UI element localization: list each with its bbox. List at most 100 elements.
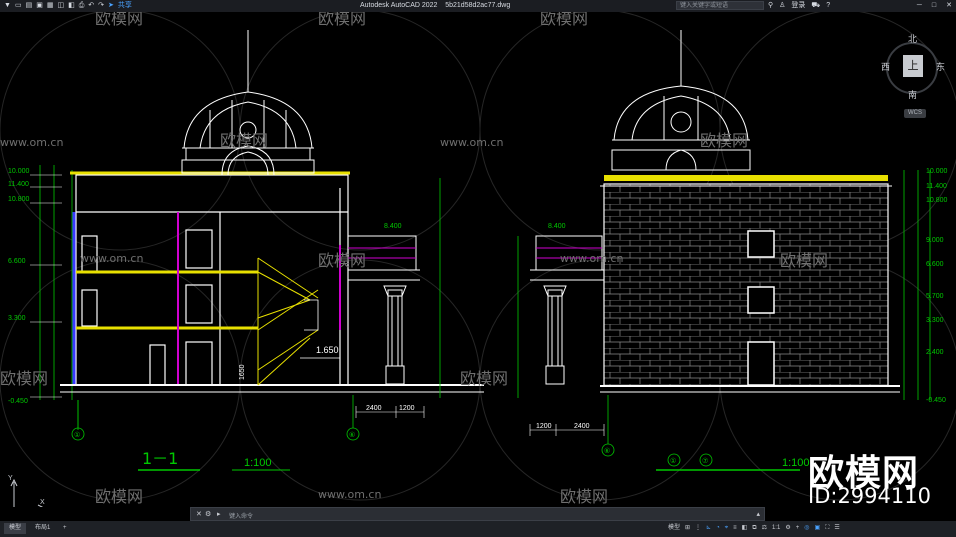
command-placeholder: 键入命令 (229, 514, 254, 520)
wm-brand-11: 欧模网 (560, 487, 608, 506)
axis-left: ① (74, 431, 80, 439)
dim-1200-left: 1200 (399, 405, 415, 412)
status-tools: 模型 ⊞ ⋮ ⊾ ◔ ⌖ ≡ ◧ ⧉ ⚖ 1:1 ⚙ + ◎ ▣ ⛶ ☰ (668, 523, 840, 534)
drawing-canvas[interactable]: 10.000 11.400 10.800 6.600 3.300 -0.450 (0, 12, 956, 507)
elev-right-6: 5.700 (926, 293, 944, 300)
dim-2400-left: 2400 (366, 405, 382, 412)
elev-left-5: 3.300 (8, 315, 26, 322)
window-controls: ─ □ ✕ (917, 1, 952, 11)
osnap-icon[interactable]: ⌖ (725, 523, 728, 534)
open-file-icon[interactable]: ▤ (26, 1, 33, 11)
transparency-icon[interactable]: ◧ (742, 523, 748, 534)
wm-brand-3: 欧模网 (540, 12, 588, 28)
canopy-level: 8.400 (384, 223, 402, 230)
axis-r1: ⑥ (604, 447, 610, 455)
title-bar: ▼ ▭ ▤ ▣ ▦ ◫ ◧ ⎙ ↶ ↷ ➤ 共享 Autodesk AutoCA… (0, 0, 956, 12)
canopy-level-right: 8.400 (548, 223, 566, 230)
axis-r2: ① (670, 457, 676, 465)
maximize-icon[interactable]: □ (932, 1, 936, 11)
annotation-scale-icon[interactable]: ⚖ (762, 523, 767, 534)
elev-right-1: 10.000 (926, 168, 948, 175)
add-layout-button[interactable]: + (58, 523, 72, 534)
window-title: Autodesk AutoCAD 2022 5b21d58d2ac77.dwg (360, 1, 510, 11)
lineweight-icon[interactable]: ≡ (733, 523, 737, 534)
share-label[interactable]: 共享 (118, 1, 132, 11)
elev-right-9: -0.450 (926, 397, 946, 404)
tab-model[interactable]: 模型 (4, 523, 27, 534)
elev-left-1: 10.000 (8, 168, 30, 175)
model-space-label[interactable]: 模型 (668, 523, 680, 534)
web-save-icon[interactable]: ◧ (68, 1, 75, 11)
web-open-icon[interactable]: ◫ (57, 1, 64, 11)
app-menu-icon[interactable]: ▼ (4, 1, 11, 11)
close-icon[interactable]: ✕ (946, 1, 952, 11)
close-command-icon[interactable]: ✕ (196, 510, 202, 518)
hardware-accel-icon[interactable]: ▣ (814, 523, 820, 534)
plot-icon[interactable]: ⎙ (79, 1, 85, 11)
viewcube-east[interactable]: 东 (936, 60, 945, 73)
elev-right-3: 10.800 (926, 197, 948, 204)
level-1650: 1.650 (316, 345, 339, 355)
wm-url-3: www.om.cn (80, 252, 143, 265)
wm-brand-10: 欧模网 (95, 487, 143, 506)
undo-icon[interactable]: ↶ (88, 1, 94, 11)
elevation-scale: 1:100 (782, 457, 810, 469)
wm-brand-9: 欧模网 (460, 369, 508, 388)
help-icon[interactable]: ? (826, 1, 830, 11)
wm-brand-5: 欧模网 (700, 131, 748, 150)
axis-mid: ⑥ (349, 431, 355, 439)
clean-screen-icon[interactable]: ⛶ (825, 523, 829, 534)
customize-icon[interactable]: ⚙ (205, 510, 211, 518)
elev-right-5: 6.600 (926, 261, 944, 268)
save-as-icon[interactable]: ▦ (47, 1, 54, 11)
wm-url-2: www.om.cn (0, 136, 63, 149)
wm-brand-1: 欧模网 (95, 12, 143, 28)
wcs-menu[interactable]: WCS (904, 109, 926, 118)
scale-label[interactable]: 1:1 (772, 523, 780, 534)
save-icon[interactable]: ▣ (36, 1, 43, 11)
section-scale: 1:100 (244, 457, 272, 469)
snap-icon[interactable]: ⋮ (695, 523, 701, 534)
ortho-icon[interactable]: ⊾ (706, 523, 711, 534)
elev-left-4: 6.600 (8, 258, 26, 265)
app-title: Autodesk AutoCAD 2022 (360, 2, 438, 9)
minimize-icon[interactable]: ─ (917, 1, 922, 11)
wm-url-4: www.om.cn (560, 252, 623, 265)
selection-cycling-icon[interactable]: ⧉ (752, 523, 756, 534)
viewcube[interactable]: 上 北 南 东 西 (878, 34, 948, 104)
elev-left-2: 11.400 (8, 181, 29, 188)
wm-brand-6: 欧模网 (318, 251, 366, 270)
command-line[interactable]: ✕ ⚙ ▸ 键入命令 ▴ (190, 507, 765, 521)
elev-right-7: 3.300 (926, 317, 944, 324)
workspace-icon[interactable]: ⚙ (785, 523, 790, 534)
svg-text:X: X (40, 499, 45, 506)
viewcube-south[interactable]: 南 (908, 88, 917, 101)
search-input[interactable]: 键入关键字或短语 (676, 1, 764, 10)
user-icon[interactable]: ♙ (779, 1, 785, 11)
elev-right-4: 9.000 (926, 237, 944, 244)
elev-left-3: 10.800 (8, 196, 30, 203)
viewcube-face[interactable]: 上 (903, 55, 923, 77)
command-history-icon[interactable]: ▴ (756, 510, 760, 518)
share-icon[interactable]: ➤ (108, 1, 114, 11)
dim-1200-right: 1200 (536, 423, 552, 430)
viewcube-west[interactable]: 西 (881, 60, 890, 73)
redo-icon[interactable]: ↷ (98, 1, 104, 11)
new-file-icon[interactable]: ▭ (15, 1, 22, 11)
elev-left-6: -0.450 (8, 398, 28, 405)
quick-access-toolbar: ▼ ▭ ▤ ▣ ▦ ◫ ◧ ⎙ ↶ ↷ ➤ 共享 (4, 1, 132, 11)
viewcube-north[interactable]: 北 (908, 32, 917, 45)
cart-icon[interactable]: ⛟ (811, 1, 820, 11)
axis-r3: ⑦ (702, 457, 708, 465)
customization-icon[interactable]: ☰ (834, 523, 839, 534)
svg-text:Y: Y (8, 475, 13, 482)
plus-icon[interactable]: + (796, 523, 800, 534)
elev-right-2: 11.400 (926, 183, 947, 190)
search-icon[interactable]: ⚲ (768, 1, 773, 11)
tab-layout1[interactable]: 布局1 (30, 523, 55, 534)
polar-icon[interactable]: ◔ (716, 523, 720, 534)
isolate-icon[interactable]: ◎ (804, 523, 809, 534)
signin-label[interactable]: 登录 (791, 1, 805, 11)
command-prompt-icon[interactable]: ▸ (217, 510, 221, 518)
grid-icon[interactable]: ⊞ (685, 523, 690, 534)
